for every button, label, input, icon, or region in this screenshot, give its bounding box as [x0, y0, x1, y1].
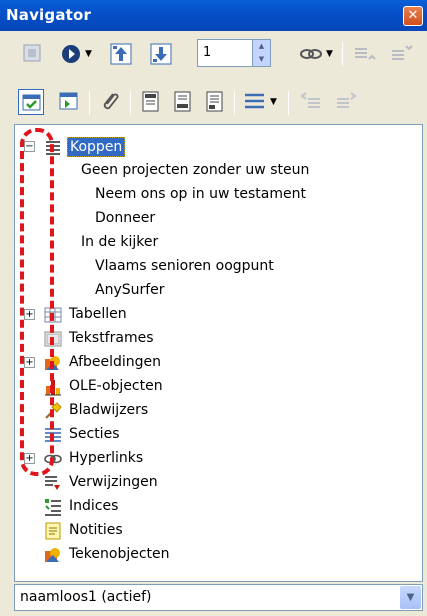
toolbar-separator [288, 91, 289, 115]
document-select-value[interactable]: naamloos1 (actief) [20, 589, 151, 605]
bookmark-icon [43, 401, 63, 421]
tree-item-hyperlinks[interactable]: + Hyperlinks [15, 447, 420, 471]
tree-item-label: Tekenobjecten [69, 546, 170, 562]
link-icon [43, 449, 63, 469]
tree-item-label: Bladwijzers [69, 402, 149, 418]
tree-item-label: OLE-objecten [69, 378, 163, 394]
stepper-down-icon[interactable]: ▼ [253, 53, 270, 66]
tree-item-label: In de kijker [81, 234, 159, 250]
previous-icon[interactable] [108, 41, 134, 67]
chevron-down-icon[interactable]: ▼ [400, 586, 421, 609]
reminder-icon[interactable] [97, 89, 123, 115]
section-icon [43, 425, 63, 445]
chevron-down-icon[interactable]: ▼ [326, 49, 333, 59]
page-number-value[interactable]: 1 [203, 45, 211, 60]
drawing-icon [43, 545, 63, 565]
chevron-down-icon[interactable]: ▼ [85, 49, 92, 59]
tree-item-indices[interactable]: Indices [15, 495, 420, 519]
expand-icon[interactable]: + [24, 453, 35, 464]
tree-item-label: Tekstframes [69, 330, 154, 346]
tree-item-tekstframes[interactable]: Tekstframes [15, 327, 420, 351]
tree-item-ole-objecten[interactable]: OLE-objecten [15, 375, 420, 399]
tree-item-label: Afbeeldingen [69, 354, 162, 370]
tree-item-label: Hyperlinks [69, 450, 144, 466]
tree-item-tekenobjecten[interactable]: Tekenobjecten [15, 543, 420, 567]
tree-item-bladwijzers[interactable]: Bladwijzers [15, 399, 420, 423]
toolbar-bottom: ▼ [0, 75, 427, 115]
toolbar-top: ▼ 1 ▲ ▼ ▼ [0, 31, 427, 71]
tree-item-heading[interactable]: Geen projecten zonder uw steun [81, 159, 309, 183]
chevron-down-icon[interactable]: ▼ [270, 97, 277, 107]
tree-item-label: Indices [69, 498, 119, 514]
promote-chapter-icon[interactable] [298, 89, 324, 115]
tree-item-label: Tabellen [69, 306, 127, 322]
toggle-icon[interactable] [18, 89, 44, 115]
toolbar-separator [130, 91, 131, 115]
tree-item-label: Donneer [95, 210, 156, 226]
tree-item-tabellen[interactable]: + Tabellen [15, 303, 420, 327]
expand-icon[interactable]: + [24, 357, 35, 368]
document-select[interactable]: naamloos1 (actief) ▼ [14, 584, 423, 611]
anchor-text-icon[interactable] [202, 89, 228, 115]
tree-item-verwijzingen[interactable]: Verwijzingen [15, 471, 420, 495]
toolbar-separator [89, 91, 90, 115]
content-tree[interactable]: − Koppen Geen projecten zonder uw steun … [14, 124, 423, 582]
demote-level-icon[interactable] [388, 41, 414, 67]
page-number-stepper[interactable]: 1 ▲ ▼ [197, 39, 271, 67]
tree-item-secties[interactable]: Secties [15, 423, 420, 447]
toolbar-separator [234, 91, 235, 115]
tree-item-label: AnySurfer [95, 282, 165, 298]
content-view-icon[interactable] [20, 41, 46, 67]
frame-icon [43, 329, 63, 349]
tree-item-label: Geen projecten zonder uw steun [81, 162, 310, 178]
tree-item-label: Secties [69, 426, 120, 442]
heading-levels-icon[interactable] [242, 89, 268, 115]
navigation-icon[interactable] [58, 41, 84, 67]
drag-mode-icon[interactable] [298, 41, 324, 67]
headings-icon [43, 137, 63, 157]
tree-item-koppen[interactable]: − Koppen [15, 135, 420, 159]
stepper-up-icon[interactable]: ▲ [253, 40, 270, 53]
tree-item-heading[interactable]: AnySurfer [95, 279, 165, 303]
index-icon [43, 497, 63, 517]
window-title: Navigator [6, 6, 92, 24]
tree-item-label: Notities [69, 522, 123, 538]
tree-item-label: Koppen [67, 137, 126, 157]
image-icon [43, 353, 63, 373]
chart-icon [43, 377, 63, 397]
tree-item-heading[interactable]: In de kijker [81, 231, 158, 255]
toolbar-separator [342, 42, 343, 66]
tree-item-label: Neem ons op in uw testament [95, 186, 306, 202]
tree-item-label: Verwijzingen [69, 474, 158, 490]
footer-icon[interactable] [170, 89, 196, 115]
tree-item-label: Vlaams senioren oogpunt [95, 258, 274, 274]
header-icon[interactable] [138, 89, 164, 115]
table-icon [43, 305, 63, 325]
collapse-icon[interactable]: − [24, 141, 35, 152]
demote-chapter-icon[interactable] [333, 89, 359, 115]
title-bar: Navigator ✕ [0, 0, 427, 31]
tree-item-heading[interactable]: Donneer [95, 207, 155, 231]
tree-item-notities[interactable]: Notities [15, 519, 420, 543]
promote-level-icon[interactable] [351, 41, 377, 67]
tree-item-heading[interactable]: Neem ons op in uw testament [95, 183, 306, 207]
tree-item-afbeeldingen[interactable]: + Afbeeldingen [15, 351, 420, 375]
note-icon [43, 521, 63, 541]
expand-icon[interactable]: + [24, 309, 35, 320]
reference-icon [43, 473, 63, 493]
tree-item-heading[interactable]: Vlaams senioren oogpunt [95, 255, 274, 279]
close-button[interactable]: ✕ [403, 6, 423, 26]
next-icon[interactable] [148, 41, 174, 67]
templates-icon[interactable] [56, 89, 82, 115]
